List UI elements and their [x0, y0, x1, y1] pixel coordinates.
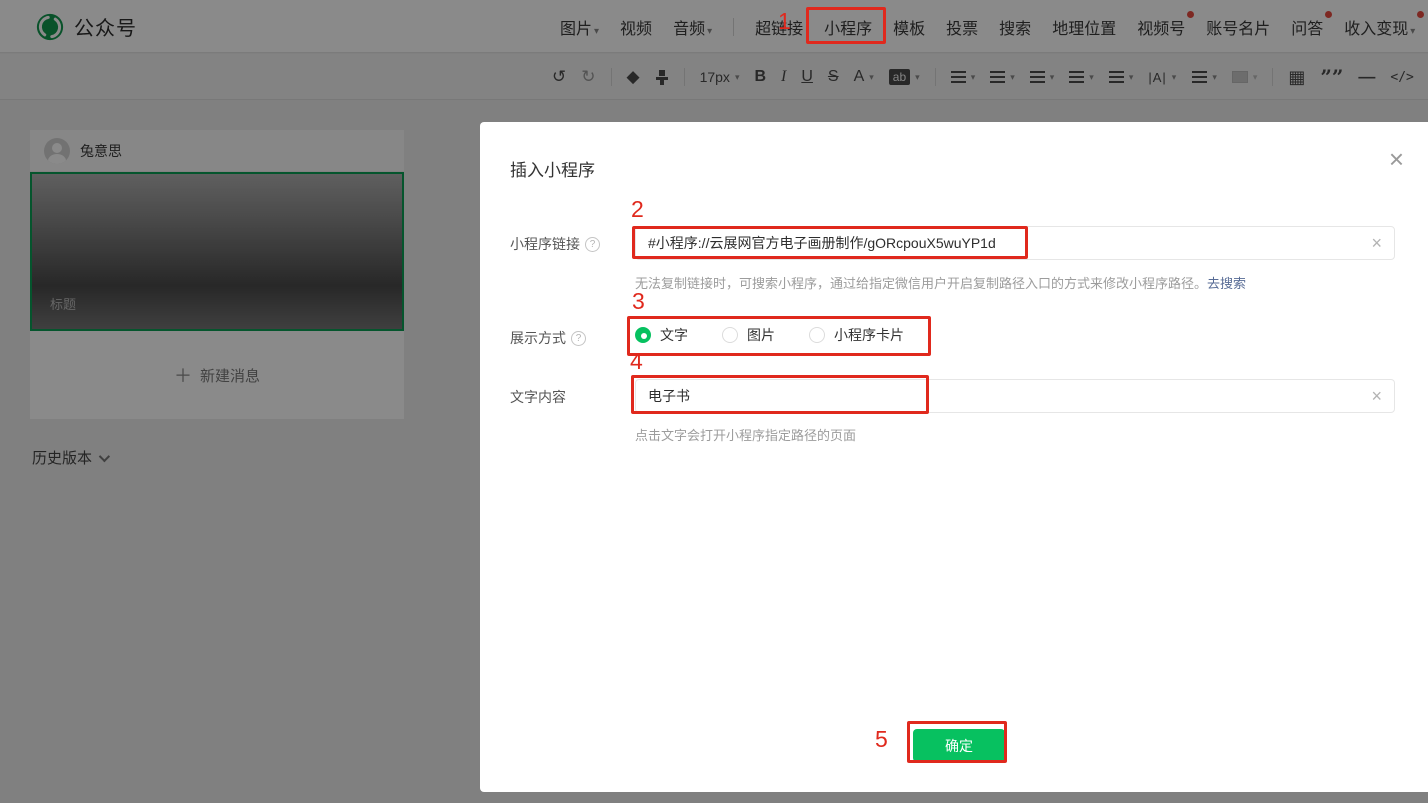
text-value: 电子书	[648, 386, 690, 406]
text-hint: 点击文字会打开小程序指定路径的页面	[635, 425, 856, 444]
text-field-label: 文字内容	[510, 387, 566, 407]
radio-icon	[722, 327, 738, 343]
radio-card[interactable]: 小程序卡片	[809, 325, 904, 345]
display-mode-radio-group: 文字 图片 小程序卡片	[635, 325, 904, 345]
link-value: #小程序://云展网官方电子画册制作/gORcpouX5wuYP1d	[648, 233, 996, 253]
dialog-title: 插入小程序	[510, 156, 595, 181]
help-icon[interactable]: ?	[585, 237, 600, 252]
radio-image[interactable]: 图片	[722, 325, 775, 345]
insert-mini-program-dialog: 插入小程序 × 小程序链接 ? #小程序://云展网官方电子画册制作/gORcp…	[480, 122, 1428, 792]
radio-selected-icon	[635, 327, 651, 343]
text-content-input[interactable]: 电子书 ×	[635, 379, 1395, 413]
close-icon[interactable]: ×	[1389, 146, 1404, 172]
clear-icon[interactable]: ×	[1371, 234, 1382, 252]
display-field-label: 展示方式 ?	[510, 328, 586, 348]
confirm-button[interactable]: 确定	[913, 729, 1005, 762]
link-field-label: 小程序链接 ?	[510, 234, 600, 254]
link-hint: 无法复制链接时，可搜索小程序，通过给指定微信用户开启复制路径入口的方式来修改小程…	[635, 273, 1246, 292]
go-search-link[interactable]: 去搜索	[1207, 276, 1246, 291]
radio-text[interactable]: 文字	[635, 325, 688, 345]
clear-icon[interactable]: ×	[1371, 387, 1382, 405]
help-icon[interactable]: ?	[571, 331, 586, 346]
radio-icon	[809, 327, 825, 343]
mini-program-link-input[interactable]: #小程序://云展网官方电子画册制作/gORcpouX5wuYP1d ×	[635, 226, 1395, 260]
